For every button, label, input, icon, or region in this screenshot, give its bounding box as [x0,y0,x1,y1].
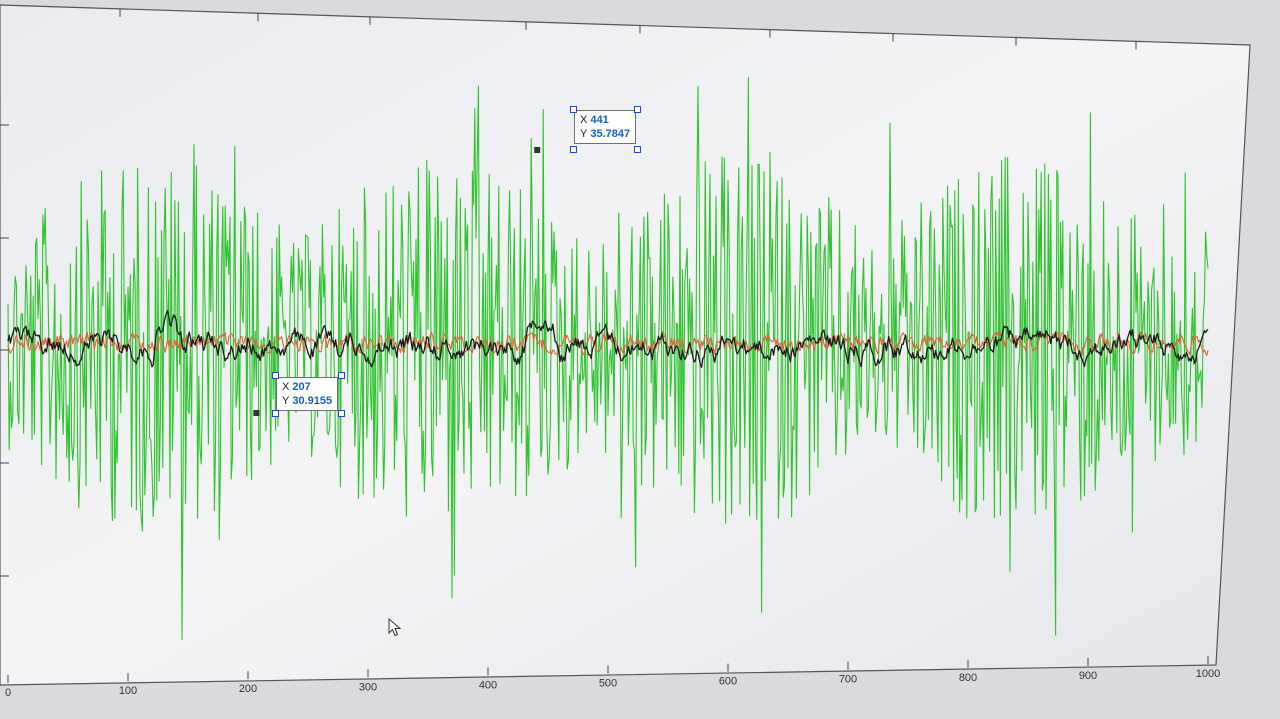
x-tick-label-1000: 1000 [1196,668,1220,680]
datatip-1-handle-tr[interactable] [634,106,641,113]
mouse-pointer-icon [388,618,402,637]
x-tick-label-800: 800 [959,672,977,684]
datatip-2-x-label: X [282,381,290,393]
datatip-1-x-value: 441 [590,114,609,126]
datatip-1[interactable]: X 441 Y 35.7847 [574,110,637,144]
datatip-2-y-value: 30.9155 [292,395,333,407]
datatip-1-handle-bl[interactable] [570,146,577,153]
x-tick-label-200: 200 [239,683,257,695]
x-tick-label-600: 600 [719,676,737,688]
datatip-1-y-label: Y [580,128,588,140]
datatip-2[interactable]: X 207 Y 30.9155 [276,377,339,411]
datatip-2-handle-tr[interactable] [338,372,345,379]
datatip-marker-2[interactable] [253,410,260,416]
datatip-2-handle-br[interactable] [338,410,345,417]
datatip-1-x-label: X [580,114,588,126]
datatip-1-y-value: 35.7847 [590,128,631,140]
datatip-marker-1[interactable] [534,147,541,153]
datatip-2-handle-tl[interactable] [272,372,279,379]
x-tick-label-300: 300 [359,681,377,693]
datatip-1-handle-tl[interactable] [570,106,577,113]
x-tick-label-400: 400 [479,679,497,691]
x-tick-label-0: 0 [5,687,11,699]
datatip-2-handle-bl[interactable] [272,410,279,417]
datatip-2-y-label: Y [282,395,290,407]
x-tick-label-100: 100 [119,685,137,697]
x-tick-label-900: 900 [1079,670,1097,682]
x-tick-label-500: 500 [599,678,617,690]
datatip-1-handle-br[interactable] [634,146,641,153]
x-tick-label-700: 700 [839,674,857,686]
datatip-2-x-value: 207 [292,381,311,393]
